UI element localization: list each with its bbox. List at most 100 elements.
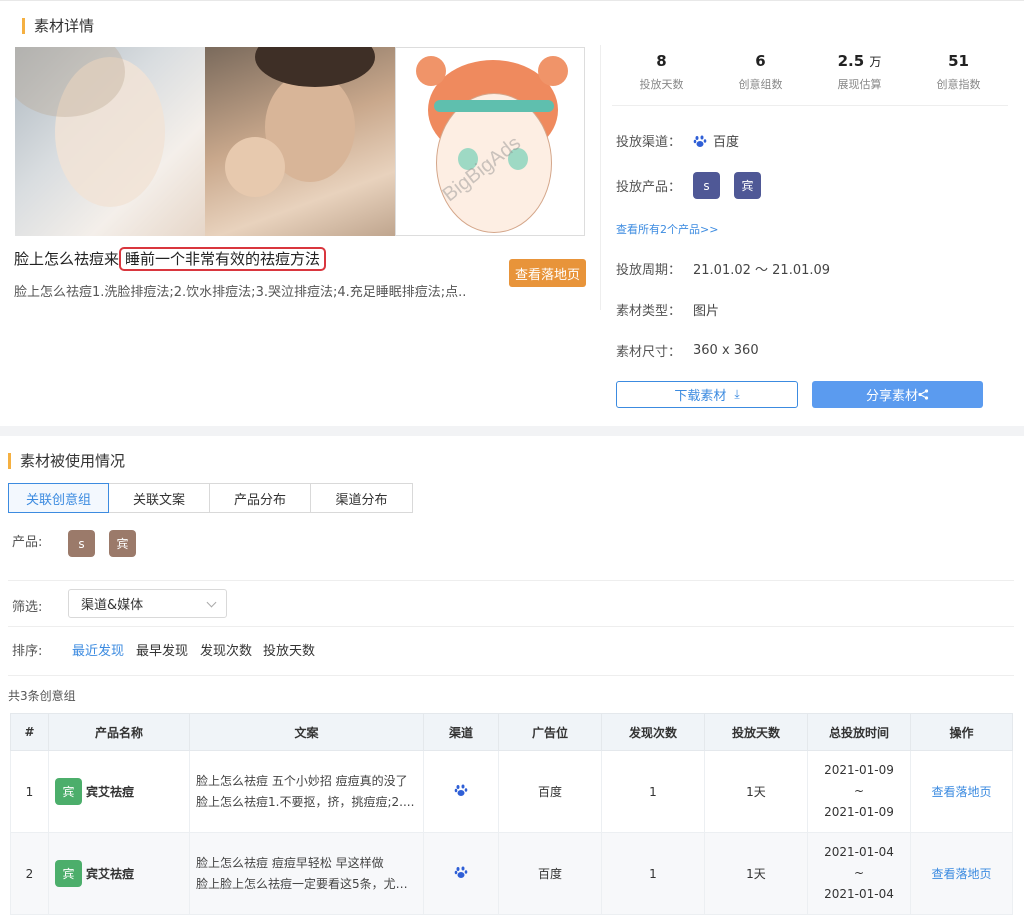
channel-media-select[interactable]: 渠道&媒体 bbox=[68, 589, 227, 618]
row-product: 宾宾艾祛痘 bbox=[48, 832, 190, 915]
detail-section-title: 素材详情 bbox=[22, 15, 94, 36]
stat-groups-value: 6 bbox=[755, 52, 766, 70]
stat-groups: 6 创意组数 bbox=[711, 52, 810, 105]
channel-value: 百度 bbox=[713, 135, 740, 150]
row-placement: 百度 bbox=[498, 832, 602, 915]
section-accent-bar bbox=[22, 17, 25, 34]
share-material-button[interactable]: 分享素材 bbox=[812, 381, 983, 408]
sort-days[interactable]: 投放天数 bbox=[263, 640, 315, 659]
row-copy-line2: 脸上脸上怎么祛痘一定要看这5条，尤其... bbox=[196, 876, 416, 891]
usage-product-chip-bin[interactable]: 宾 bbox=[109, 530, 136, 557]
stat-index-label: 创意指数 bbox=[936, 78, 981, 91]
view-all-products-link[interactable]: 查看所有2个产品>> bbox=[616, 221, 718, 237]
download-material-button[interactable]: 下载素材 ⤓ bbox=[616, 381, 798, 408]
stat-days-label: 投放天数 bbox=[639, 78, 684, 91]
share-icon bbox=[918, 389, 929, 400]
material-title-prefix: 脸上怎么祛痘来 bbox=[14, 250, 120, 268]
row-product-name: 宾艾祛痘 bbox=[86, 867, 135, 881]
stat-groups-label: 创意组数 bbox=[738, 78, 783, 91]
baidu-paw-icon bbox=[454, 784, 468, 796]
download-icon: ⤓ bbox=[734, 387, 740, 401]
table-row: 1 宾宾艾祛痘 脸上怎么祛痘 五个小妙招 痘痘真的没了 脸上怎么祛痘1.不要抠，… bbox=[10, 750, 1013, 833]
row-copy: 脸上怎么祛痘 痘痘早轻松 早这样做 脸上脸上怎么祛痘一定要看这5条，尤其... bbox=[189, 832, 424, 915]
product-label: 投放产品： bbox=[616, 180, 682, 195]
stat-index: 51 创意指数 bbox=[909, 52, 1008, 105]
period-value: 21.01.02 ～ 21.01.09 bbox=[693, 263, 831, 278]
product-row: 投放产品： s 宾 bbox=[616, 172, 775, 199]
material-image-3-cartoon: BigBigAds bbox=[395, 47, 585, 236]
row-time-end: 2021-01-09 bbox=[824, 805, 894, 819]
channel-row: 投放渠道： 百度 bbox=[616, 131, 739, 150]
material-image-1 bbox=[15, 47, 205, 236]
col-placement: 广告位 bbox=[498, 713, 602, 751]
stat-index-value: 51 bbox=[948, 52, 969, 70]
download-button-label: 下载素材 bbox=[674, 389, 727, 404]
col-index: # bbox=[10, 713, 49, 751]
material-image-2 bbox=[205, 47, 395, 236]
row-placement: 百度 bbox=[498, 750, 602, 833]
page: 素材详情 BigBigAds 脸上怎么祛痘来 睡前一个非常有效的祛痘方法 脸上怎么… bbox=[0, 0, 1024, 915]
usage-section-title: 素材被使用情况 bbox=[8, 450, 125, 471]
row-copy-line1: 脸上怎么祛痘 痘痘早轻松 早这样做 bbox=[196, 855, 384, 870]
tab-channel-distribution[interactable]: 渠道分布 bbox=[311, 483, 413, 513]
product-chip-bin[interactable]: 宾 bbox=[734, 172, 761, 199]
creative-groups-table: # 产品名称 文案 渠道 广告位 发现次数 投放天数 总投放时间 操作 1 宾宾… bbox=[10, 713, 1013, 915]
row-days: 1天 bbox=[704, 750, 808, 833]
type-label: 素材类型： bbox=[616, 304, 682, 319]
material-description: 脸上怎么祛痘1.洗脸排痘法;2.饮水排痘法;3.哭泣排痘法;4.充足睡眠排痘法;… bbox=[14, 285, 467, 300]
col-copy: 文案 bbox=[189, 713, 424, 751]
view-landing-page-button[interactable]: 查看落地页 bbox=[509, 259, 586, 287]
row-finds: 1 bbox=[601, 832, 705, 915]
row-days: 1天 bbox=[704, 832, 808, 915]
row-time-start: 2021-01-09 bbox=[824, 763, 894, 777]
stat-impressions-value: 2.5 bbox=[837, 52, 865, 70]
usage-section-title-text: 素材被使用情况 bbox=[20, 452, 126, 470]
material-images[interactable]: BigBigAds bbox=[15, 47, 585, 236]
row-product: 宾宾艾祛痘 bbox=[48, 750, 190, 833]
row-copy-line2: 脸上怎么祛痘1.不要抠，挤，挑痘痘;2.... bbox=[196, 794, 415, 809]
stat-impressions-unit: 万 bbox=[869, 55, 882, 69]
usage-product-chips: s 宾 bbox=[68, 530, 150, 557]
usage-product-label: 产品: bbox=[12, 535, 43, 550]
usage-product-chip-s[interactable]: s bbox=[68, 530, 95, 557]
row-time-end: 2021-01-04 bbox=[824, 887, 894, 901]
tab-related-groups[interactable]: 关联创意组 bbox=[8, 483, 109, 513]
row-copy: 脸上怎么祛痘 五个小妙招 痘痘真的没了 脸上怎么祛痘1.不要抠，挤，挑痘痘;2.… bbox=[189, 750, 424, 833]
row-channel bbox=[423, 750, 499, 833]
row-finds: 1 bbox=[601, 750, 705, 833]
divider bbox=[8, 580, 1014, 581]
period-label: 投放周期： bbox=[616, 263, 682, 278]
stat-impressions-label: 展现估算 bbox=[837, 78, 882, 91]
vertical-divider bbox=[600, 45, 601, 310]
col-total-time: 总投放时间 bbox=[807, 713, 911, 751]
material-title: 脸上怎么祛痘来 睡前一个非常有效的祛痘方法 bbox=[14, 247, 327, 271]
baidu-paw-icon bbox=[693, 135, 707, 147]
row-view-landing-link[interactable]: 查看落地页 bbox=[910, 832, 1013, 915]
product-chip-s[interactable]: s bbox=[693, 172, 720, 199]
row-time: 2021-01-04 ~ 2021-01-04 bbox=[807, 832, 911, 915]
tab-related-copy[interactable]: 关联文案 bbox=[109, 483, 210, 513]
share-button-label: 分享素材 bbox=[865, 389, 918, 404]
size-row: 素材尺寸： 360 x 360 bbox=[616, 341, 759, 360]
sort-find-count[interactable]: 发现次数 bbox=[200, 640, 252, 659]
col-finds: 发现次数 bbox=[601, 713, 705, 751]
sort-earliest[interactable]: 最早发现 bbox=[136, 640, 188, 659]
type-value: 图片 bbox=[693, 304, 720, 319]
col-channel: 渠道 bbox=[423, 713, 499, 751]
stat-days: 8 投放天数 bbox=[612, 52, 711, 105]
channel-label: 投放渠道： bbox=[616, 135, 682, 150]
material-title-highlight: 睡前一个非常有效的祛痘方法 bbox=[119, 247, 327, 271]
sort-latest[interactable]: 最近发现 bbox=[72, 640, 124, 659]
baidu-paw-icon bbox=[454, 866, 468, 878]
row-product-chip: 宾 bbox=[55, 860, 82, 887]
tab-product-distribution[interactable]: 产品分布 bbox=[210, 483, 311, 513]
result-count: 共3条创意组 bbox=[8, 689, 76, 703]
sort-label: 排序: bbox=[12, 644, 43, 659]
divider bbox=[8, 675, 1014, 676]
row-view-landing-link[interactable]: 查看落地页 bbox=[910, 750, 1013, 833]
detail-section-title-text: 素材详情 bbox=[34, 17, 95, 35]
table-row: 2 宾宾艾祛痘 脸上怎么祛痘 痘痘早轻松 早这样做 脸上脸上怎么祛痘一定要看这5… bbox=[10, 832, 1013, 915]
type-row: 素材类型： 图片 bbox=[616, 300, 719, 319]
row-time-start: 2021-01-04 bbox=[824, 845, 894, 859]
row-index: 2 bbox=[10, 832, 49, 915]
